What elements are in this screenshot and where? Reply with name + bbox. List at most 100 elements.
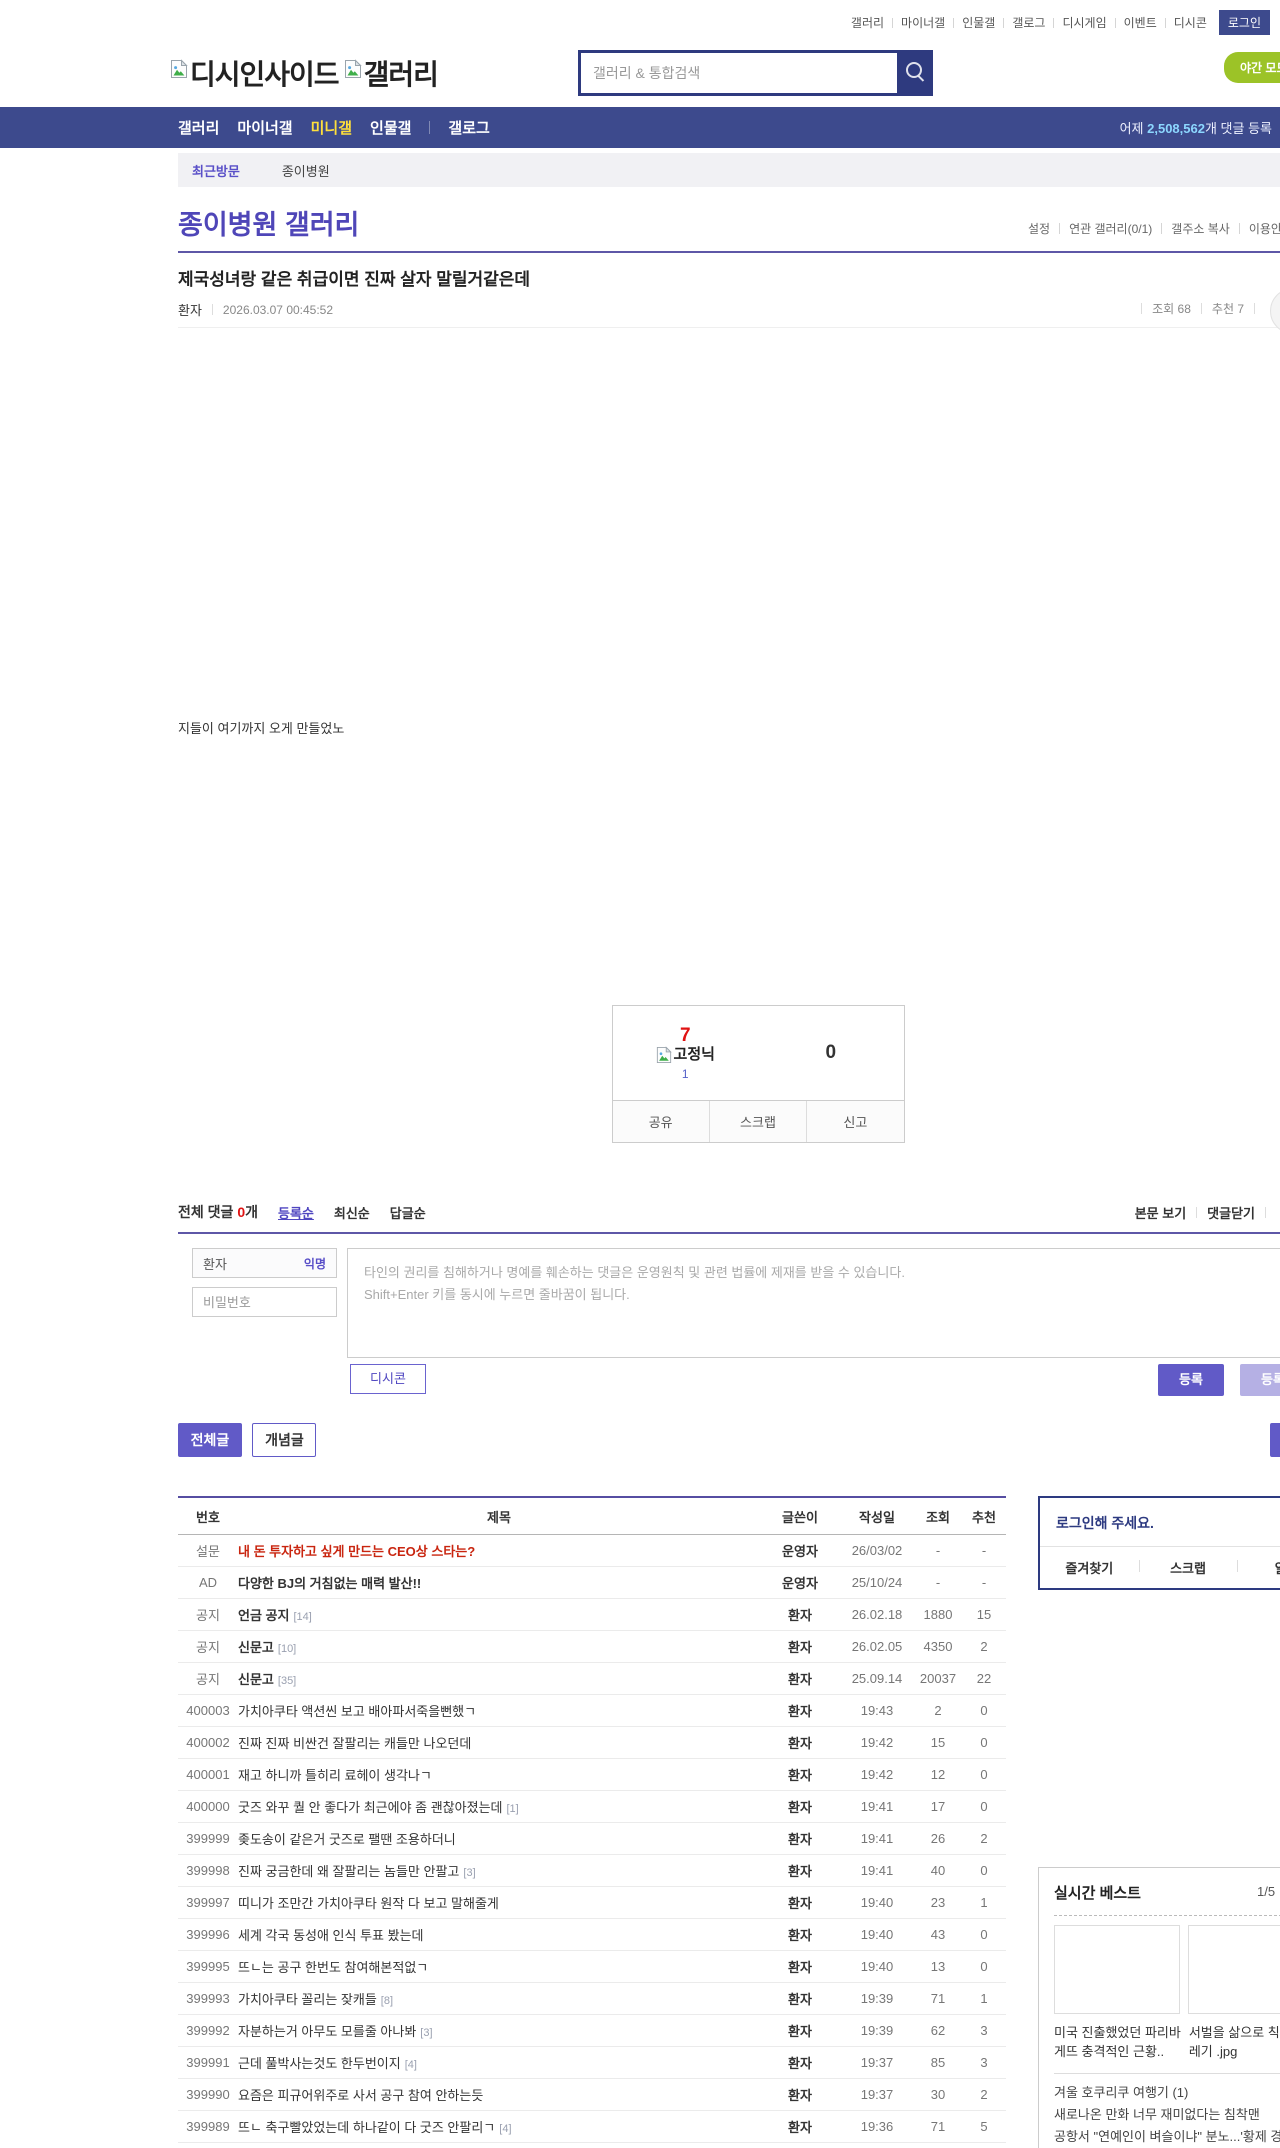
gnb-item-갤로그[interactable]: 갤로그: [448, 117, 489, 138]
post-link[interactable]: 뜨ㄴ는 공구 한번도 참여해본적없ㄱ: [238, 1960, 428, 1975]
post-link[interactable]: 요즘은 피규어위주로 사서 공구 참여 안하는듯: [238, 2088, 483, 2103]
top-link-1[interactable]: 갤러리: [851, 14, 884, 31]
best-posts-button[interactable]: 개념글: [252, 1423, 317, 1457]
post-link[interactable]: 근데 풀박사는것도 한두번이지: [238, 2056, 401, 2071]
top-link-4[interactable]: 갤로그: [1012, 14, 1045, 31]
divider: [1003, 17, 1005, 28]
best-item-1[interactable]: 겨울 호쿠리쿠 여행기 (1): [1054, 2082, 1280, 2104]
comment-textarea[interactable]: 타인의 권리를 침해하거나 명예를 훼손하는 댓글은 운영원칙 및 관련 법률에…: [347, 1248, 1280, 1358]
best-thumbnail-1[interactable]: [1054, 1925, 1180, 2014]
post-link[interactable]: 내 돈 투자하고 싶게 만드는 CEO상 스타는?: [238, 1544, 475, 1559]
post-link[interactable]: 진짜 진짜 비싼건 잘팔리는 캐들만 나오던데: [238, 1736, 471, 1751]
scrap-button[interactable]: 스크랩: [708, 1101, 806, 1142]
breadcrumb-gallery[interactable]: 종이병원: [282, 161, 330, 180]
sort-option-3[interactable]: 답글순: [390, 1203, 426, 1222]
comment-password-input[interactable]: [192, 1287, 337, 1317]
login-tab-2[interactable]: 스크랩: [1138, 1547, 1238, 1588]
post-link[interactable]: 좆도송이 같은거 굿즈로 팰땐 조용하더니: [238, 1832, 456, 1847]
top-link-7[interactable]: 디시콘: [1174, 14, 1207, 31]
sort-option-1[interactable]: 등록순: [278, 1203, 314, 1222]
gnb-item-인물갤[interactable]: 인물갤: [370, 117, 411, 138]
report-button[interactable]: 신고: [806, 1101, 903, 1142]
close-comments-button[interactable]: 댓글닫기: [1207, 1203, 1255, 1222]
table-row: 400003 가치아쿠타 액션씬 보고 배아파서죽을뻔했ㄱ 환자 19:43 2 0: [178, 1694, 1006, 1727]
all-posts-button[interactable]: 전체글: [178, 1423, 242, 1457]
gallery-tool-4[interactable]: 이용안내: [1249, 220, 1280, 237]
cell-rec: 0: [962, 1918, 1006, 1951]
post-writer[interactable]: 환자: [178, 300, 202, 319]
post-link[interactable]: 띠니가 조만간 가치아쿠타 원작 다 보고 말해줄게: [238, 1896, 499, 1911]
upvote-cell[interactable]: 7 고정닉 1: [613, 1006, 759, 1100]
post-link[interactable]: 자분하는거 아무도 모를줄 아나봐: [238, 2024, 416, 2039]
post-link[interactable]: 가치아쿠타 꼴리는 잦캐들: [238, 1992, 377, 2007]
post-link[interactable]: 재고 하니까 틀히리 료헤이 생각나ㄱ: [238, 1768, 432, 1783]
gallery-tool-1[interactable]: 설정: [1028, 220, 1050, 237]
top-link-3[interactable]: 인물갤: [962, 14, 995, 31]
search-button[interactable]: [897, 50, 933, 96]
share-button[interactable]: 공유: [613, 1101, 709, 1142]
meta-action-circle[interactable]: [1270, 288, 1280, 334]
divider: [1114, 17, 1116, 28]
gallery-tool-3[interactable]: 갤주소 복사: [1171, 220, 1230, 237]
post-link[interactable]: 진짜 궁금한데 왜 잘팔리는 놈들만 안팔고: [238, 1864, 459, 1879]
best-caption-2[interactable]: 서벌을 삶으로 칙 레기 .jpg: [1189, 2023, 1280, 2061]
fixed-nick-row: 고정닉: [656, 1046, 715, 1064]
comment-count: [14]: [293, 1611, 312, 1623]
cell-title: 뜨ㄴ는 공구 한번도 참여해본적없ㄱ: [238, 1950, 760, 1983]
divider: [1054, 2073, 1280, 2074]
top-link-5[interactable]: 디시게임: [1062, 14, 1106, 31]
post-datetime: 2026.03.07 00:45:52: [222, 302, 334, 317]
logo-text-main: 디시인사이드: [190, 59, 340, 90]
best-caption-1[interactable]: 미국 진출했었던 파리바 게뜨 충격적인 근황..: [1054, 2023, 1181, 2061]
write-post-button[interactable]: 글쓰기: [1270, 1423, 1280, 1457]
dccon-button[interactable]: 디시콘: [350, 1364, 426, 1394]
best-item-2[interactable]: 새로나온 만화 너무 재미없다는 침착맨: [1054, 2104, 1280, 2126]
night-mode-button[interactable]: 야간 모드: [1224, 52, 1280, 83]
cell-title: 진짜 진짜 비싼건 잘팔리는 캐들만 나오던데: [238, 1726, 760, 1759]
gnb-items: 갤러리 마이너갤 미니갤 인물갤 갤로그: [178, 117, 508, 138]
post-link[interactable]: 언금 공지: [238, 1608, 289, 1623]
table-row: 399999 좆도송이 같은거 굿즈로 팰땐 조용하더니 환자 19:41 26 2: [178, 1822, 1006, 1855]
comment-nickname-field[interactable]: 환자 익명: [192, 1248, 337, 1278]
post-link[interactable]: 굿즈 와꾸 퀄 안 좋다가 최근에야 좀 괜찮아졌는데: [238, 1800, 502, 1815]
gnb-item-미니갤[interactable]: 미니갤: [311, 117, 352, 138]
downvote-cell[interactable]: 0: [758, 1006, 904, 1100]
comment-submit-button[interactable]: 등록: [1158, 1364, 1224, 1396]
sort-option-2[interactable]: 최신순: [334, 1203, 370, 1222]
view-post-button[interactable]: 본문 보기: [1135, 1203, 1186, 1222]
best-item-3[interactable]: 공항서 "연예인이 벼슬이냐" 분노...'황제 경: [1054, 2126, 1280, 2148]
divider: [1054, 1915, 1280, 1916]
recent-visit-label[interactable]: 최근방문: [192, 161, 240, 180]
top-link-2[interactable]: 마이너갤: [901, 14, 945, 31]
post-link[interactable]: 뜨ㄴ 축구빨았었는데 하나같이 다 굿즈 안팔리ㄱ: [238, 2120, 495, 2135]
cell-number: 400002: [178, 1726, 238, 1759]
cell-number: 400001: [178, 1758, 238, 1791]
login-button[interactable]: 로그인: [1218, 10, 1270, 35]
post-link[interactable]: 신문고: [238, 1640, 274, 1655]
post-meta: 환자 2026.03.07 00:45:52 조회 68 추천 7: [178, 288, 1280, 334]
cell-title: 신문고 [10]: [238, 1630, 760, 1663]
best-pagination[interactable]: 1/5: [1257, 1884, 1275, 1899]
best-thumbnail-2[interactable]: [1188, 1925, 1280, 2014]
gnb-item-마이너갤[interactable]: 마이너갤: [237, 117, 292, 138]
cell-rec: 2: [962, 2078, 1006, 2111]
search-input[interactable]: [578, 50, 897, 96]
cell-date: 25.09.14: [840, 1662, 914, 1695]
cell-date: 26.02.05: [840, 1630, 914, 1663]
login-tab-3[interactable]: 알림: [1237, 1547, 1280, 1588]
gnb-item-갤러리[interactable]: 갤러리: [178, 117, 219, 138]
gallery-tool-2[interactable]: 연관 갤러리(0/1): [1069, 220, 1152, 237]
post-link[interactable]: 세계 각국 동성애 인식 투표 봤는데: [238, 1928, 424, 1943]
cell-views: 12: [914, 1758, 962, 1791]
post-link[interactable]: 다양한 BJ의 거침없는 매력 발산!!: [238, 1576, 421, 1591]
comment-form-footer: 디시콘 등록 등록: [178, 1364, 1280, 1396]
login-tab-1[interactable]: 즐겨찾기: [1040, 1547, 1139, 1588]
site-logo[interactable]: 디시인사이드 갤러리: [170, 53, 439, 93]
top-link-6[interactable]: 이벤트: [1124, 14, 1157, 31]
post-link[interactable]: 가치아쿠타 액션씬 보고 배아파서죽을뻔했ㄱ: [238, 1704, 476, 1719]
cell-rec: -: [962, 1566, 1006, 1599]
cell-writer: 환자: [760, 1886, 840, 1919]
post-link[interactable]: 신문고: [238, 1672, 274, 1687]
comment-submit-button-secondary[interactable]: 등록: [1240, 1364, 1280, 1396]
comment-count: [1]: [506, 1803, 519, 1815]
